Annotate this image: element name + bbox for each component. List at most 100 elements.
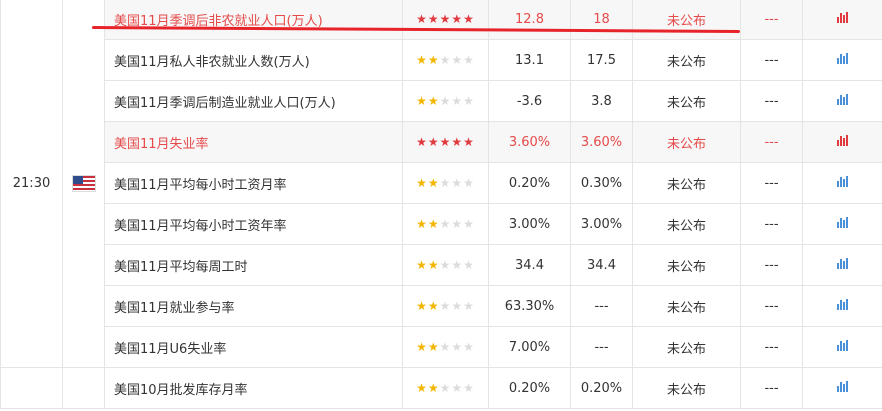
event-row[interactable]: 美国10月批发库存月率 ★★★★★ 0.20% 0.20% 未公布 --- [0, 367, 882, 409]
event-row[interactable]: 美国11月平均每周工时 ★★★★★ 34.4 34.4 未公布 --- [1, 244, 882, 286]
previous-value: 0.20% [488, 367, 571, 409]
importance-stars: ★★★★★ [402, 285, 489, 327]
importance-stars: ★★★★★ [402, 244, 489, 286]
star-empty-icon: ★ [439, 298, 452, 313]
star-rating: ★★★★★ [416, 136, 475, 148]
chart-cell [802, 367, 882, 409]
impact-value: --- [740, 367, 803, 409]
economic-calendar-table: 21:30 美国11月季调后非农就业人口(万人) ★★★★★ 12.8 18 未公布 ---… [0, 0, 882, 409]
star-rating: ★★★★★ [416, 300, 475, 312]
star-rating: ★★★★★ [416, 54, 475, 66]
chart-icon-bar [845, 381, 848, 392]
chart-icon-bar [845, 258, 848, 269]
chart-icon-bar [839, 300, 842, 310]
bar-chart-icon[interactable] [836, 11, 850, 23]
chart-icon-bar [836, 181, 839, 187]
previous-value: 34.4 [488, 244, 571, 286]
bar-chart-icon[interactable] [836, 216, 850, 228]
star-empty-icon: ★ [439, 216, 452, 231]
star-filled-icon: ★ [427, 93, 440, 108]
event-row[interactable]: 美国11月私人非农就业人数(万人) ★★★★★ 13.1 17.5 未公布 --- [1, 39, 882, 81]
event-row[interactable]: 美国11月U6失业率 ★★★★★ 7.00% --- 未公布 --- [1, 326, 882, 368]
star-empty-icon: ★ [463, 298, 475, 313]
star-empty-icon: ★ [451, 52, 464, 67]
star-empty-icon: ★ [463, 93, 475, 108]
chart-icon-bar [842, 97, 845, 105]
star-filled-icon: ★ [451, 11, 464, 26]
star-filled-icon: ★ [416, 216, 428, 231]
importance-stars: ★★★★★ [402, 121, 489, 163]
star-empty-icon: ★ [463, 175, 475, 190]
bar-chart-icon[interactable] [836, 134, 850, 146]
chart-icon-bar [836, 222, 839, 228]
chart-icon-bar [839, 341, 842, 351]
chart-icon-bar [845, 94, 848, 105]
event-row[interactable]: 美国11月就业参与率 ★★★★★ 63.30% --- 未公布 --- [1, 285, 882, 327]
previous-value: -3.6 [488, 80, 571, 122]
chart-icon-bar [839, 136, 842, 146]
calendar-rows: 21:30 美国11月季调后非农就业人口(万人) ★★★★★ 12.8 18 未公布 ---… [0, 0, 882, 409]
event-row[interactable]: 美国11月失业率 ★★★★★ 3.60% 3.60% 未公布 --- [1, 121, 882, 163]
bar-chart-icon[interactable] [836, 380, 850, 392]
importance-stars: ★★★★★ [402, 80, 489, 122]
star-rating: ★★★★★ [416, 177, 475, 189]
star-rating: ★★★★★ [416, 218, 475, 230]
forecast-value: 3.00% [570, 203, 633, 245]
chart-cell [802, 244, 882, 286]
forecast-value: --- [570, 285, 633, 327]
importance-stars: ★★★★★ [402, 39, 489, 81]
star-empty-icon: ★ [463, 339, 475, 354]
actual-value: 未公布 [632, 0, 741, 40]
chart-cell [802, 285, 882, 327]
star-empty-icon: ★ [463, 216, 475, 231]
actual-value: 未公布 [632, 39, 741, 81]
impact-value: --- [740, 285, 803, 327]
bar-chart-icon[interactable] [836, 257, 850, 269]
impact-value: --- [740, 162, 803, 204]
country-flag-cell [62, 367, 105, 409]
chart-icon-bar [836, 99, 839, 105]
chart-icon-bar [836, 345, 839, 351]
chart-icon-bar [842, 56, 845, 64]
bar-chart-icon[interactable] [836, 175, 850, 187]
us-flag-icon [71, 174, 96, 192]
importance-stars: ★★★★★ [402, 203, 489, 245]
event-row[interactable]: 美国11月季调后制造业就业人口(万人) ★★★★★ -3.6 3.8 未公布 --- [1, 80, 882, 122]
bar-chart-icon[interactable] [836, 93, 850, 105]
chart-icon-bar [839, 95, 842, 105]
actual-value: 未公布 [632, 162, 741, 204]
previous-value: 63.30% [488, 285, 571, 327]
event-row[interactable]: 美国11月平均每小时工资月率 ★★★★★ 0.20% 0.30% 未公布 --- [1, 162, 882, 204]
chart-icon-bar [845, 135, 848, 146]
event-name: 美国11月失业率 [104, 121, 403, 163]
previous-value: 13.1 [488, 39, 571, 81]
event-time [0, 367, 63, 409]
forecast-value: 0.20% [570, 367, 633, 409]
bar-chart-icon[interactable] [836, 298, 850, 310]
impact-value: --- [740, 39, 803, 81]
event-row[interactable]: 美国11月平均每小时工资年率 ★★★★★ 3.00% 3.00% 未公布 --- [1, 203, 882, 245]
star-filled-icon: ★ [439, 134, 452, 149]
chart-icon-bar [845, 299, 848, 310]
star-filled-icon: ★ [463, 11, 475, 26]
event-name: 美国10月批发库存月率 [104, 367, 403, 409]
chart-icon-bar [842, 138, 845, 146]
event-name: 美国11月平均每周工时 [104, 244, 403, 286]
star-empty-icon: ★ [463, 257, 475, 272]
bar-chart-icon[interactable] [836, 52, 850, 64]
star-empty-icon: ★ [451, 216, 464, 231]
bar-chart-icon[interactable] [836, 339, 850, 351]
chart-icon-bar [845, 12, 848, 23]
chart-icon-bar [836, 140, 839, 146]
chart-cell [802, 326, 882, 368]
star-empty-icon: ★ [451, 298, 464, 313]
event-row[interactable]: 21:30 美国11月季调后非农就业人口(万人) ★★★★★ 12.8 18 未公布 --- [0, 0, 882, 368]
star-empty-icon: ★ [451, 257, 464, 272]
star-filled-icon: ★ [427, 175, 440, 190]
forecast-value: 17.5 [570, 39, 633, 81]
event-name: 美国11月季调后制造业就业人口(万人) [104, 80, 403, 122]
star-filled-icon: ★ [416, 11, 428, 26]
star-empty-icon: ★ [439, 339, 452, 354]
star-empty-icon: ★ [439, 52, 452, 67]
forecast-value: 18 [570, 0, 633, 40]
